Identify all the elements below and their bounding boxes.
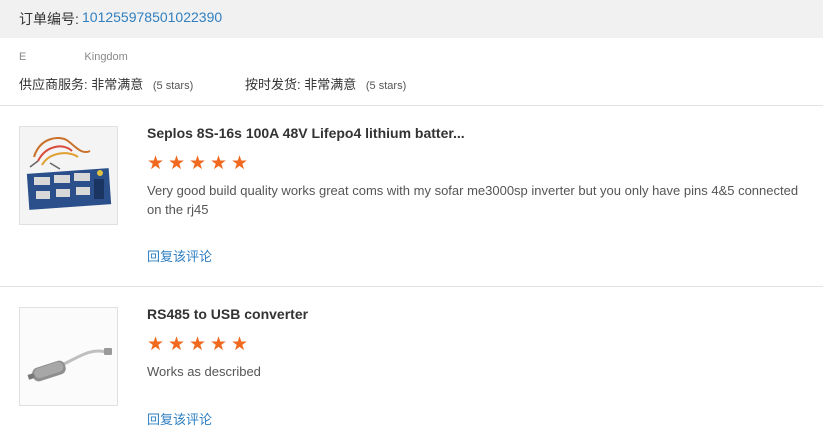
star-icon: ★ [147, 153, 165, 174]
rating-shipping: 按时发货: 非常满意 (5 stars) [245, 74, 406, 93]
circuit-board-image [20, 127, 117, 224]
reply-review-link[interactable]: 回复该评论 [147, 246, 212, 265]
order-number-link[interactable]: 101255978501022390 [82, 9, 222, 25]
order-header: 订单编号: 101255978501022390 [0, 0, 823, 38]
redaction-mask [27, 49, 85, 65]
product-title[interactable]: Seplos 8S-16s 100A 48V Lifepo4 lithium b… [147, 125, 465, 141]
star-icon: ★ [231, 334, 249, 355]
star-icon: ★ [189, 334, 207, 355]
rating-value: 非常满意 [304, 77, 357, 92]
rating-supplier-service: 供应商服务: 非常满意 (5 stars) [19, 74, 193, 93]
star-icon: ★ [147, 334, 165, 355]
review-text: Very good build quality works great coms… [147, 183, 799, 217]
star-icon: ★ [210, 334, 228, 355]
star-icon: ★ [189, 153, 207, 174]
reply-review-link[interactable]: 回复该评论 [147, 409, 212, 428]
product-thumbnail-circuit-board[interactable] [19, 126, 118, 225]
star-icon: ★ [168, 153, 186, 174]
usb-cable-image [20, 308, 117, 405]
rating-label: 按时发货: [245, 77, 301, 92]
order-number-label: 订单编号: [19, 11, 79, 27]
star-icon: ★ [168, 334, 186, 355]
section-divider [0, 286, 823, 287]
product-title[interactable]: RS485 to USB converter [147, 306, 308, 322]
review-text: Works as described [147, 364, 261, 379]
rating-note: (5 stars) [152, 80, 194, 92]
rating-label: 供应商服务: [19, 77, 88, 92]
star-rating: ★ ★ ★ ★ ★ [147, 153, 249, 174]
star-icon: ★ [210, 153, 228, 174]
rating-note: (5 stars) [365, 80, 407, 92]
section-divider [0, 105, 823, 106]
star-icon: ★ [231, 153, 249, 174]
star-rating: ★ ★ ★ ★ ★ [147, 334, 249, 355]
rating-value: 非常满意 [91, 77, 144, 92]
product-thumbnail-usb-cable[interactable] [19, 307, 118, 406]
